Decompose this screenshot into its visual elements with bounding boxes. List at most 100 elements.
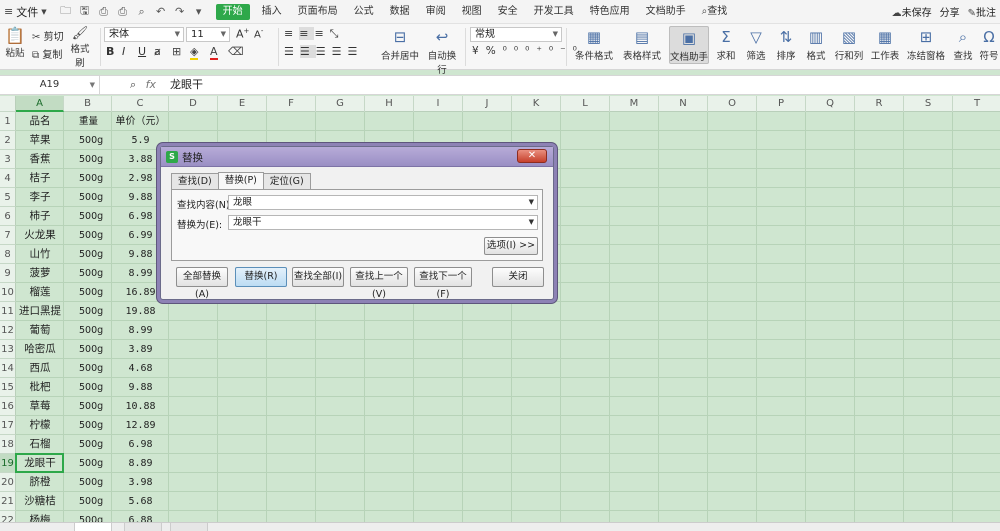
file-menu[interactable]: ≡ 文件 ▼ xyxy=(0,0,53,24)
print-icon[interactable]: ⎙ xyxy=(116,5,130,19)
row-header[interactable]: 9 xyxy=(0,264,16,283)
cell-a16[interactable]: 草莓 xyxy=(16,397,64,416)
find-all-button[interactable]: 查找全部(I) xyxy=(292,267,344,287)
tab-features[interactable]: 特色应用 xyxy=(582,0,638,24)
column-header[interactable]: J xyxy=(463,96,512,112)
row-header[interactable]: 22 xyxy=(0,511,16,522)
cell-b15[interactable]: 500g xyxy=(64,378,112,397)
cell-a10[interactable]: 榴莲 xyxy=(16,283,64,302)
redo-icon[interactable]: ↷ xyxy=(173,5,187,18)
tab-insert[interactable]: 插入 xyxy=(254,0,290,24)
cell-c12[interactable]: 8.99 xyxy=(112,321,169,340)
thousands-icon[interactable]: ⁰⁰⁰ xyxy=(503,45,537,57)
column-header[interactable]: C xyxy=(112,96,169,112)
merge-center-button[interactable]: ⊟ 合并居中 xyxy=(378,26,422,62)
align-bottom-icon[interactable]: ≡ xyxy=(314,27,329,40)
format-button[interactable]: ▥ 格式 xyxy=(803,26,829,62)
cell-c21[interactable]: 5.68 xyxy=(112,492,169,511)
cell-a9[interactable]: 菠萝 xyxy=(16,264,64,283)
sum-button[interactable]: Σ 求和 xyxy=(713,26,739,62)
conditional-format-button[interactable]: ▦ 条件格式 xyxy=(572,26,616,62)
border-button[interactable]: ⊞ xyxy=(172,45,181,58)
tab-data[interactable]: 数据 xyxy=(382,0,418,24)
sheet-tab[interactable] xyxy=(170,523,208,531)
cell-b12[interactable]: 500g xyxy=(64,321,112,340)
row-header[interactable]: 6 xyxy=(0,207,16,226)
dialog-close-button[interactable]: ✕ xyxy=(517,149,547,163)
cell-c1[interactable]: 单价（元） xyxy=(112,112,169,131)
table-style-button[interactable]: ▤ 表格样式 xyxy=(620,26,664,62)
cell-a15[interactable]: 枇杷 xyxy=(16,378,64,397)
horizontal-align-group[interactable]: ☰☰☰☰☰ xyxy=(284,45,363,58)
row-header[interactable]: 20 xyxy=(0,473,16,492)
save-icon[interactable]: 🖫 xyxy=(78,2,92,21)
distributed-icon[interactable]: ☰ xyxy=(348,45,364,58)
chevron-down-icon[interactable]: ▼ xyxy=(529,196,534,209)
percent-icon[interactable]: % xyxy=(486,45,503,57)
row-col-button[interactable]: ▧ 行和列 xyxy=(833,26,865,62)
column-header[interactable]: M xyxy=(610,96,659,112)
cell-a12[interactable]: 葡萄 xyxy=(16,321,64,340)
formula-input[interactable]: 龙眼干 xyxy=(170,76,203,94)
row-header[interactable]: 12 xyxy=(0,321,16,340)
row-header[interactable]: 18 xyxy=(0,435,16,454)
cell-b1[interactable]: 重量 xyxy=(64,112,112,131)
cell-b21[interactable]: 500g xyxy=(64,492,112,511)
more-icon[interactable]: ▾ xyxy=(192,5,206,18)
column-header[interactable]: N xyxy=(659,96,708,112)
cell-a14[interactable]: 西瓜 xyxy=(16,359,64,378)
undo-icon[interactable]: ↶ xyxy=(154,5,168,18)
column-header[interactable]: I xyxy=(414,96,463,112)
cell-c19[interactable]: 8.89 xyxy=(112,454,169,473)
cell-b5[interactable]: 500g xyxy=(64,188,112,207)
cell-a13[interactable]: 哈密瓜 xyxy=(16,340,64,359)
cell-b20[interactable]: 500g xyxy=(64,473,112,492)
column-header[interactable]: H xyxy=(365,96,414,112)
bold-button[interactable]: B xyxy=(106,45,114,58)
align-left-icon[interactable]: ☰ xyxy=(284,45,300,58)
underline-button[interactable]: U xyxy=(138,45,146,58)
find-button[interactable]: ⌕ 查找 xyxy=(951,26,975,62)
tab-replace[interactable]: 替换(P) xyxy=(217,172,264,189)
shrink-font-button[interactable]: A- xyxy=(254,27,263,40)
print-preview-icon[interactable]: ⌕ xyxy=(135,5,149,19)
freeze-panes-button[interactable]: ⊞ 冻结窗格 xyxy=(905,26,947,62)
row-header[interactable]: 13 xyxy=(0,340,16,359)
tab-find[interactable]: 查找(D) xyxy=(171,173,219,189)
align-top-icon[interactable]: ≡ xyxy=(284,27,299,40)
cell-b7[interactable]: 500g xyxy=(64,226,112,245)
cell-c16[interactable]: 10.88 xyxy=(112,397,169,416)
cell-b16[interactable]: 500g xyxy=(64,397,112,416)
doc-assistant-button[interactable]: ▣ 文档助手 xyxy=(669,26,709,64)
cell-b2[interactable]: 500g xyxy=(64,131,112,150)
find-previous-button[interactable]: 查找上一个(V) xyxy=(350,267,408,300)
wrap-text-button[interactable]: ↩ 自动换行 xyxy=(424,26,460,76)
text-direction-icon[interactable]: ⤡ xyxy=(330,27,345,40)
tab-page-layout[interactable]: 页面布局 xyxy=(290,0,346,24)
row-header[interactable]: 1 xyxy=(0,112,16,131)
column-header[interactable]: R xyxy=(855,96,904,112)
cell-c20[interactable]: 3.98 xyxy=(112,473,169,492)
number-tools-group[interactable]: ¥%⁰⁰⁰⁺⁰⁻⁰ xyxy=(472,45,584,57)
row-header[interactable]: 4 xyxy=(0,169,16,188)
dialog-title-bar[interactable]: S 替换 ✕ xyxy=(161,147,553,167)
font-name-select[interactable]: 宋体 ▼ xyxy=(104,27,184,42)
grow-font-button[interactable]: A+ xyxy=(236,27,249,41)
cell-b4[interactable]: 500g xyxy=(64,169,112,188)
row-header[interactable]: 19 xyxy=(0,454,16,473)
replace-button[interactable]: 替换(R) xyxy=(235,267,287,287)
column-header[interactable]: A xyxy=(16,96,64,112)
cell-b14[interactable]: 500g xyxy=(64,359,112,378)
cut-button[interactable]: ✂ 剪切 xyxy=(32,28,64,43)
currency-icon[interactable]: ¥ xyxy=(472,45,486,57)
row-header[interactable]: 15 xyxy=(0,378,16,397)
fx-icon[interactable]: fx xyxy=(146,78,156,91)
tab-developer[interactable]: 开发工具 xyxy=(526,0,582,24)
cell-a2[interactable]: 苹果 xyxy=(16,131,64,150)
cell-a11[interactable]: 进口黑提 xyxy=(16,302,64,321)
close-button[interactable]: 关闭 xyxy=(492,267,544,287)
sort-button[interactable]: ⇅ 排序 xyxy=(773,26,799,62)
cell-a8[interactable]: 山竹 xyxy=(16,245,64,264)
column-header[interactable]: S xyxy=(904,96,953,112)
align-right-icon[interactable]: ☰ xyxy=(316,45,332,58)
